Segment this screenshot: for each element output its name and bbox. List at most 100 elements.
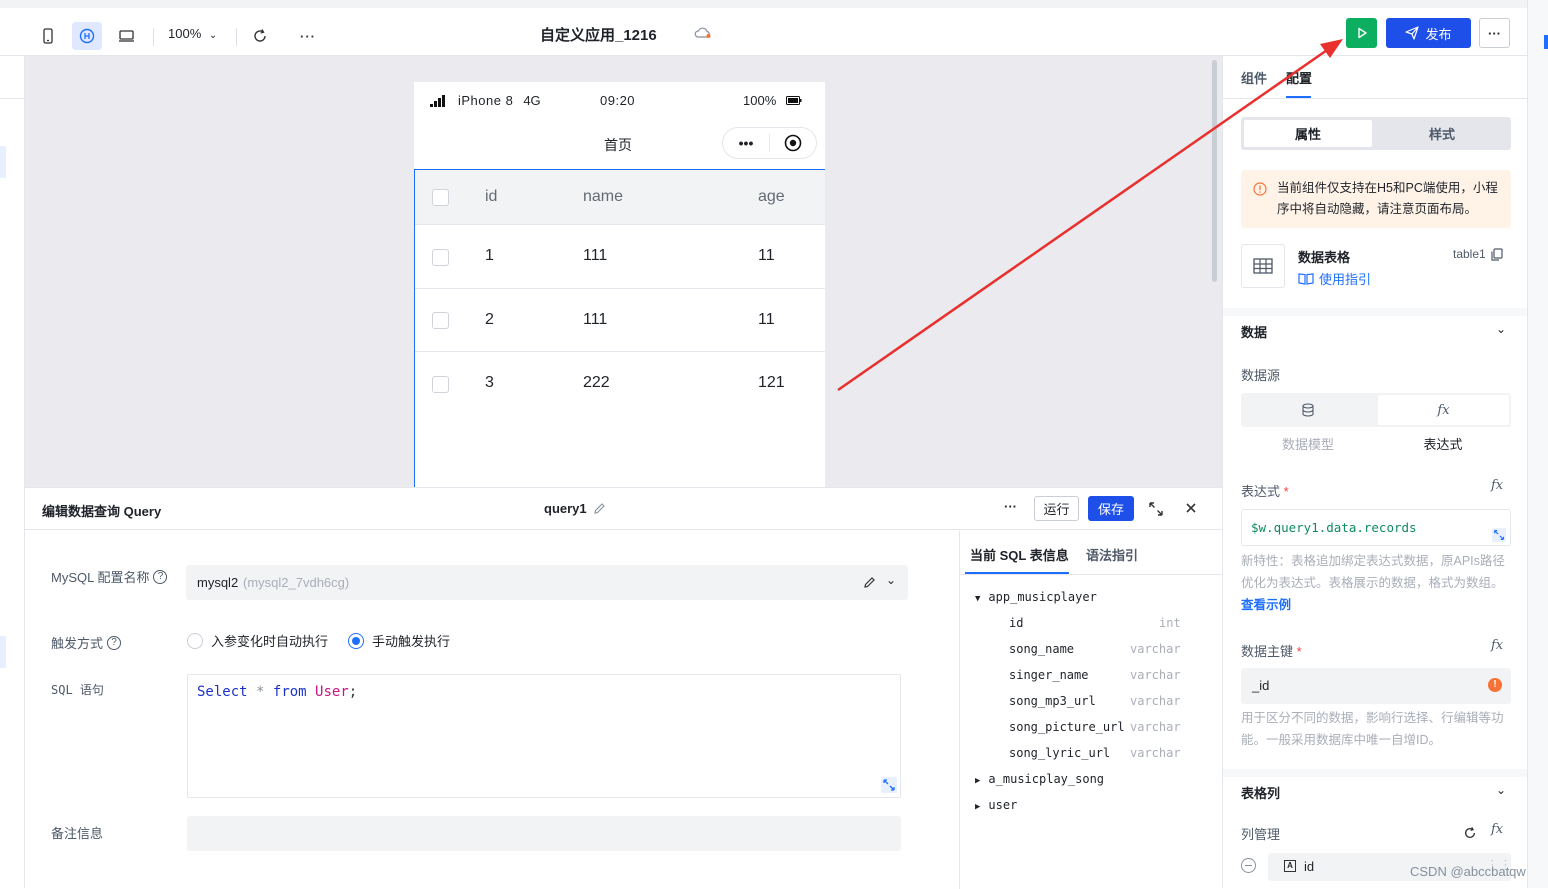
book-icon xyxy=(1298,273,1314,285)
field-type: varchar xyxy=(1130,668,1181,682)
publish-button[interactable]: 发布 xyxy=(1386,18,1471,48)
view-example-link[interactable]: 查看示例 xyxy=(1241,598,1291,612)
query-more-icon[interactable]: ··· xyxy=(1004,499,1017,514)
left-sidebar-edge xyxy=(0,56,25,888)
field-name: song_name xyxy=(1009,642,1075,656)
row-checkbox[interactable] xyxy=(432,312,449,329)
tree-node-table[interactable]: ▼ app_musicplayer xyxy=(975,590,1104,616)
data-table[interactable]: id name age 1 111 11 2 111 11 3 222 121 xyxy=(414,169,825,487)
run-button[interactable]: 运行 xyxy=(1034,496,1079,521)
trigger-auto-radio[interactable]: 入参变化时自动执行 xyxy=(187,631,328,650)
tree-field: song_lyric_url varchar xyxy=(975,746,1181,772)
canvas-scrollbar[interactable] xyxy=(1212,60,1217,282)
close-icon[interactable] xyxy=(1184,501,1198,518)
radio-icon xyxy=(187,632,203,649)
subtab-styles[interactable]: 样式 xyxy=(1376,120,1508,147)
row-checkbox[interactable] xyxy=(432,249,449,266)
table-row[interactable]: 2 111 11 xyxy=(415,289,825,352)
ds-option-expression[interactable]: 表达式 xyxy=(1375,434,1511,453)
status-bar: iPhone 8 4G xyxy=(430,93,541,108)
mini-program-capsule[interactable]: ••• xyxy=(722,127,817,159)
help-icon[interactable]: ? xyxy=(153,569,168,584)
zoom-select[interactable]: 100% ⌄ xyxy=(168,26,217,41)
remove-column-icon[interactable] xyxy=(1241,858,1256,873)
expression-input[interactable]: $w.query1.data.records xyxy=(1241,509,1511,546)
caret-right-icon: ▶ xyxy=(975,776,981,786)
expand-icon[interactable] xyxy=(1148,501,1164,520)
note-label: 备注信息 xyxy=(51,826,104,841)
help-icon[interactable]: ? xyxy=(107,635,122,650)
data-section-title[interactable]: 数据 xyxy=(1241,322,1267,341)
save-button[interactable]: 保存 xyxy=(1088,496,1134,521)
component-id[interactable]: table1 xyxy=(1453,247,1503,261)
copy-icon[interactable] xyxy=(1491,247,1503,261)
trigger-manual-radio[interactable]: 手动触发执行 xyxy=(348,631,450,650)
subtab-properties[interactable]: 属性 xyxy=(1244,120,1372,147)
cell-id: 3 xyxy=(485,374,494,391)
table-row[interactable]: 1 111 11 xyxy=(415,225,825,289)
config-value-id: (mysql2_7vdh6cg) xyxy=(243,575,350,590)
row-checkbox[interactable] xyxy=(432,376,449,393)
chevron-down-icon: ⌄ xyxy=(208,30,218,41)
fx-icon[interactable]: fx xyxy=(1491,822,1503,837)
primary-key-hint: 用于区分不同的数据，影响行选择、行编辑等功能。一般采用数据库中唯一自增ID。 xyxy=(1241,711,1504,747)
mysql-config-select[interactable]: mysql2 (mysql2_7vdh6cg) ⌄ xyxy=(186,565,908,600)
warning-icon xyxy=(1253,182,1267,196)
field-name: id xyxy=(1009,616,1024,630)
query-header: 编辑数据查询 Query query1 ··· 运行 保存 xyxy=(25,488,1222,530)
column-header-age: age xyxy=(758,188,785,205)
tab-config[interactable]: 配置 xyxy=(1286,68,1312,87)
refresh-icon[interactable] xyxy=(245,22,275,50)
preview-run-button[interactable] xyxy=(1346,18,1377,48)
chevron-down-icon[interactable]: ⌄ xyxy=(1496,783,1506,797)
columns-section-title[interactable]: 表格列 xyxy=(1241,783,1280,802)
capsule-close-icon[interactable] xyxy=(770,134,816,152)
table-row[interactable]: 3 222 121 xyxy=(415,352,825,416)
tab-components[interactable]: 组件 xyxy=(1241,68,1267,87)
radio-checked-icon xyxy=(348,632,364,649)
mysql-config-label: MySQL 配置名称 ? xyxy=(51,567,168,586)
guide-link[interactable]: 使用指引 xyxy=(1298,269,1371,288)
tab-sql-table-info[interactable]: 当前 SQL 表信息 xyxy=(970,545,1069,564)
field-type: varchar xyxy=(1130,694,1181,708)
primary-key-select[interactable]: _id ! xyxy=(1241,668,1511,704)
note-input[interactable] xyxy=(187,816,901,851)
ds-option-model[interactable]: 数据模型 xyxy=(1241,434,1375,453)
design-canvas[interactable]: iPhone 8 4G 09:20 100% 首页 ••• id name ag… xyxy=(25,56,1222,487)
query-name[interactable]: query1 xyxy=(544,501,606,516)
trigger-auto-label: 入参变化时自动执行 xyxy=(211,634,329,649)
column-header-id: id xyxy=(485,188,498,205)
editor-expand-icon[interactable] xyxy=(881,777,897,793)
more-options-button[interactable]: ··· xyxy=(1479,18,1510,48)
adaptive-view-icon[interactable] xyxy=(72,22,102,50)
text-type-icon: A xyxy=(1284,860,1296,872)
table-tree: ▼ app_musicplayer id int song_name varchar … xyxy=(975,590,1181,824)
select-all-checkbox[interactable] xyxy=(432,189,449,206)
sql-table-name: User xyxy=(315,684,349,700)
chevron-down-icon[interactable]: ⌄ xyxy=(1496,322,1506,336)
sync-icon[interactable] xyxy=(1463,826,1477,840)
edit-config-icon[interactable] xyxy=(863,576,876,589)
fx-icon[interactable]: fx xyxy=(1378,395,1509,425)
field-name: singer_name xyxy=(1009,668,1089,682)
phone-preview[interactable]: iPhone 8 4G 09:20 100% 首页 ••• id name ag… xyxy=(414,82,825,487)
primary-key-value: _id xyxy=(1252,678,1270,693)
capsule-more-icon[interactable]: ••• xyxy=(723,135,769,151)
fx-icon[interactable]: fx xyxy=(1491,478,1503,493)
tab-syntax-guide[interactable]: 语法指引 xyxy=(1086,545,1138,564)
fx-icon[interactable]: fx xyxy=(1491,638,1503,653)
tree-node-table[interactable]: ▶ user xyxy=(975,798,1104,824)
more-icon[interactable]: ··· xyxy=(293,22,323,50)
expand-editor-icon[interactable] xyxy=(1492,528,1506,542)
field-name: song_mp3_url xyxy=(1009,694,1096,708)
chevron-down-icon[interactable]: ⌄ xyxy=(886,573,896,587)
caret-right-icon: ▶ xyxy=(975,802,981,812)
cell-id: 2 xyxy=(485,311,494,328)
edit-icon[interactable] xyxy=(593,502,606,515)
database-icon[interactable] xyxy=(1241,393,1375,427)
mobile-view-icon[interactable] xyxy=(33,22,63,50)
pc-view-icon[interactable] xyxy=(111,22,141,50)
tree-node-table[interactable]: ▶ a_musicplay_song xyxy=(975,772,1104,798)
required-mark: * xyxy=(1283,484,1289,499)
sql-editor[interactable]: Select * from User; xyxy=(187,674,901,798)
